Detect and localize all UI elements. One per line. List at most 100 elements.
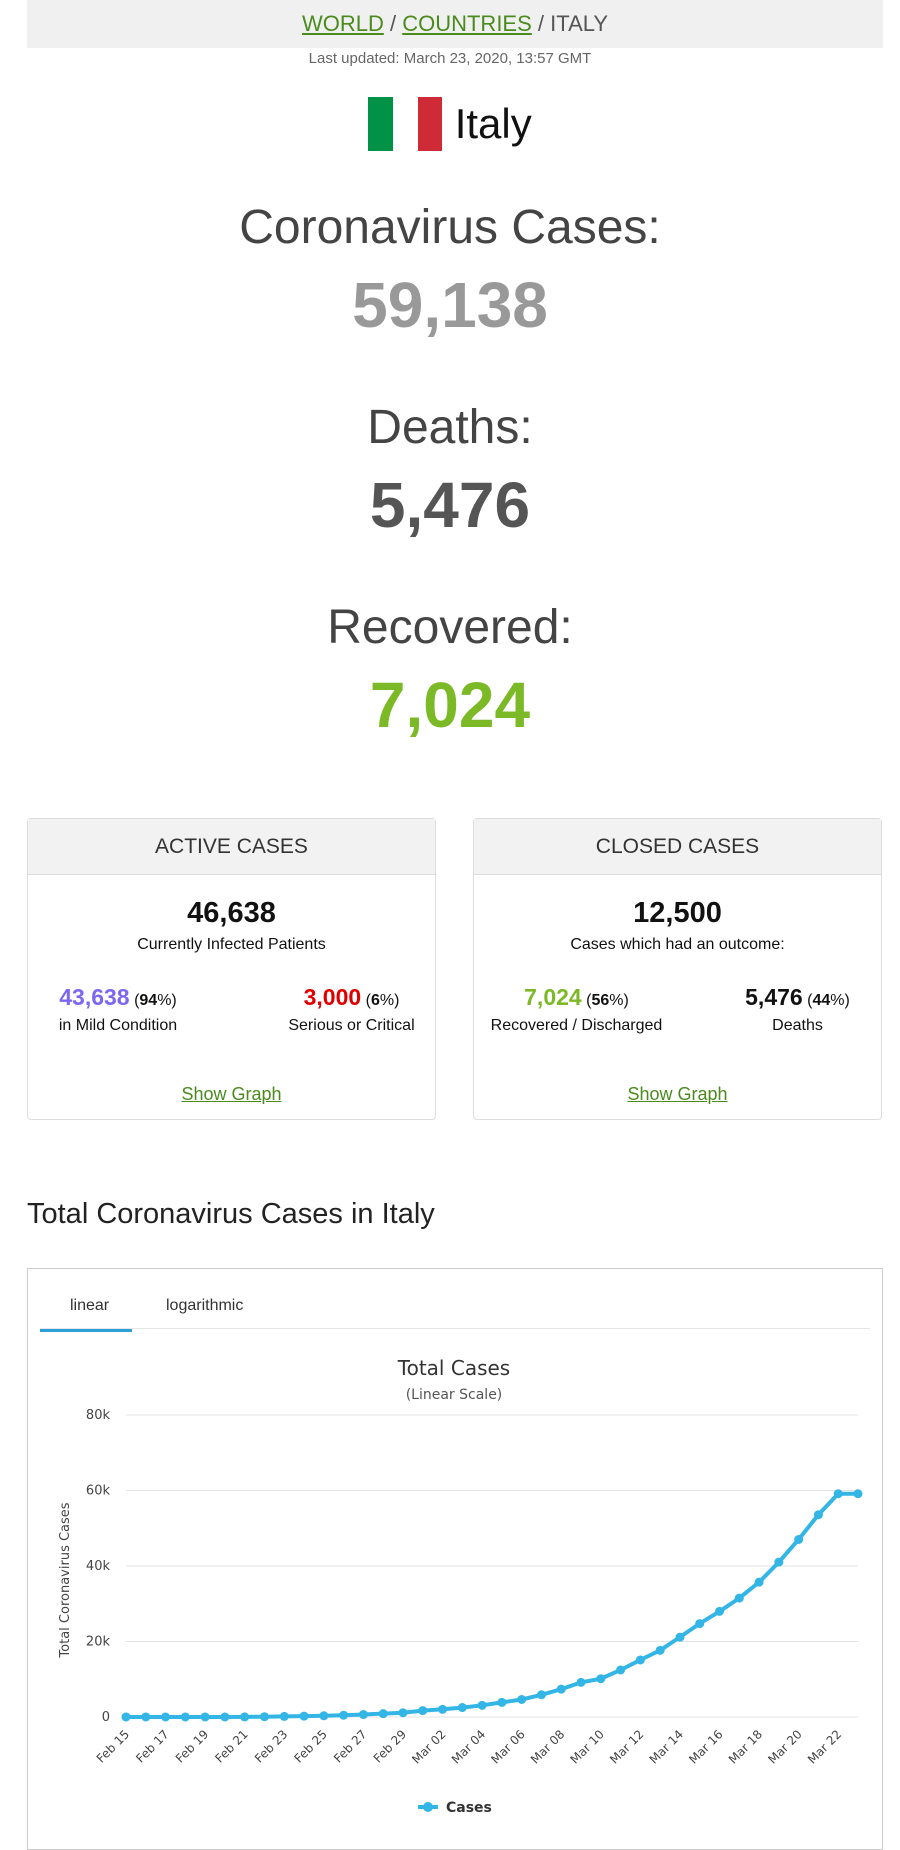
x-tick-label: Mar 06 (488, 1727, 527, 1766)
country-header: Italy (0, 97, 900, 151)
x-tick-label: Feb 23 (252, 1727, 290, 1765)
x-tick-label: Mar 12 (607, 1727, 646, 1766)
data-point[interactable] (378, 1709, 388, 1719)
y-tick-labels: 0 20k 40k 60k 80k (86, 1408, 111, 1725)
legend[interactable]: Cases (418, 1800, 492, 1816)
data-point[interactable] (240, 1712, 250, 1722)
critical-label: Serious or Critical (288, 1017, 415, 1034)
data-point[interactable] (635, 1655, 645, 1665)
breadcrumb: WORLD / COUNTRIES / ITALY (27, 0, 883, 48)
data-point[interactable] (734, 1593, 744, 1603)
closed-deaths-block: 5,476 (44%) Deaths (714, 984, 881, 1035)
closed-deaths-value: 5,476 (745, 984, 803, 1010)
x-tick-label: Mar 22 (805, 1727, 844, 1766)
data-point[interactable] (438, 1704, 448, 1714)
closed-recovered-label: Recovered / Discharged (490, 1017, 663, 1034)
data-point[interactable] (556, 1684, 566, 1694)
data-point[interactable] (536, 1690, 546, 1700)
data-point[interactable] (457, 1703, 467, 1713)
recovered-label: Recovered: (327, 601, 573, 654)
data-point[interactable] (596, 1674, 606, 1684)
section-title: Total Coronavirus Cases in Italy (27, 1198, 435, 1230)
data-point[interactable] (398, 1708, 408, 1718)
x-tick-label: Mar 08 (528, 1727, 567, 1766)
data-point[interactable] (319, 1711, 329, 1721)
data-point[interactable] (121, 1712, 131, 1722)
mild-condition-block: 43,638 (94%) in Mild Condition (28, 984, 208, 1035)
data-point[interactable] (754, 1577, 764, 1587)
deaths-value: 5,476 (369, 469, 531, 541)
critical-percent: (6%) (365, 992, 400, 1009)
breadcrumb-separator: / (537, 11, 545, 36)
data-point[interactable] (833, 1489, 843, 1499)
legend-label: Cases (446, 1800, 492, 1816)
chart-subtitle: (Linear Scale) (406, 1387, 503, 1403)
last-updated: Last updated: March 23, 2020, 13:57 GMT (308, 50, 592, 67)
active-show-graph-link[interactable]: Show Graph (28, 1084, 435, 1105)
mild-percent: (94%) (134, 992, 177, 1009)
data-point[interactable] (418, 1706, 428, 1716)
data-point[interactable] (180, 1712, 190, 1722)
series-points (121, 1489, 863, 1722)
data-point[interactable] (358, 1710, 368, 1720)
closed-cases-panel: CLOSED CASES 12,500 Cases which had an o… (473, 818, 882, 1120)
data-point[interactable] (616, 1665, 626, 1675)
data-point[interactable] (853, 1489, 863, 1499)
data-point[interactable] (497, 1697, 507, 1707)
y-tick-label: 60k (86, 1484, 111, 1499)
mild-value: 43,638 (59, 984, 130, 1010)
closed-deaths-percent: (44%) (807, 992, 850, 1009)
data-point[interactable] (279, 1711, 289, 1721)
mild-label: in Mild Condition (58, 1017, 178, 1034)
data-point[interactable] (794, 1534, 804, 1544)
closed-cases-header: CLOSED CASES (474, 819, 881, 875)
data-point[interactable] (576, 1677, 586, 1687)
data-point[interactable] (161, 1712, 171, 1722)
chart-container: linear logarithmic Total Cases (Linear S… (27, 1268, 883, 1850)
data-point[interactable] (715, 1606, 725, 1616)
data-point[interactable] (813, 1510, 823, 1520)
active-cases-subtitle: Currently Infected Patients (137, 936, 326, 953)
breadcrumb-countries-link[interactable]: COUNTRIES (402, 11, 532, 36)
breadcrumb-current: ITALY (550, 11, 609, 36)
recovered-block: 7,024 (56%) Recovered / Discharged (474, 984, 679, 1035)
data-point[interactable] (200, 1712, 210, 1722)
tab-active-indicator (40, 1329, 132, 1332)
breadcrumb-world-link[interactable]: WORLD (302, 11, 384, 36)
breadcrumb-separator: / (389, 11, 397, 36)
chart-title: Total Cases (397, 1356, 510, 1380)
data-point[interactable] (774, 1557, 784, 1567)
y-tick-label: 80k (86, 1408, 111, 1423)
active-cases-panel: ACTIVE CASES 46,638 Currently Infected P… (27, 818, 436, 1120)
data-point[interactable] (517, 1694, 527, 1704)
country-name: Italy (454, 100, 532, 147)
closed-show-graph-link[interactable]: Show Graph (474, 1084, 881, 1105)
x-tick-label: Mar 10 (568, 1727, 607, 1766)
data-point[interactable] (675, 1632, 685, 1642)
data-point[interactable] (259, 1712, 269, 1722)
critical-value: 3,000 (303, 984, 362, 1010)
closed-recovered-percent: (56%) (586, 992, 629, 1009)
data-point[interactable] (477, 1700, 487, 1710)
active-cases-header: ACTIVE CASES (28, 819, 435, 875)
x-tick-label: Feb 17 (133, 1727, 171, 1765)
data-point[interactable] (339, 1710, 349, 1720)
data-point[interactable] (141, 1712, 151, 1722)
y-axis-label: Total Coronavirus Cases (58, 1502, 73, 1658)
x-tick-label: Mar 02 (409, 1727, 448, 1766)
x-tick-label: Mar 20 (765, 1727, 804, 1766)
tab-logarithmic[interactable]: logarithmic (166, 1297, 243, 1315)
series-line-cases (126, 1491, 858, 1719)
tab-linear[interactable]: linear (70, 1297, 109, 1315)
italy-flag-icon (368, 97, 443, 151)
x-tick-label: Mar 14 (647, 1727, 686, 1766)
legend-dot-icon (423, 1802, 433, 1812)
data-point[interactable] (299, 1711, 309, 1721)
cases-value: 59,138 (352, 269, 548, 341)
data-point[interactable] (655, 1645, 665, 1655)
data-point[interactable] (695, 1619, 705, 1629)
y-tick-label: 40k (86, 1559, 111, 1574)
cases-label: Coronavirus Cases: (239, 201, 661, 254)
data-point[interactable] (220, 1712, 230, 1722)
tab-divider (40, 1328, 870, 1329)
